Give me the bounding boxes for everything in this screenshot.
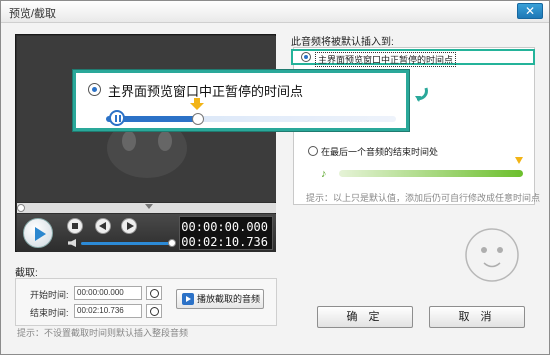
- radio-end-of-last-audio[interactable]: [308, 146, 318, 156]
- chevron-down-icon: [145, 204, 153, 209]
- set-end-clock-icon[interactable]: [146, 304, 162, 318]
- total-time: 00:02:10.736: [181, 235, 268, 249]
- start-time-input[interactable]: 00:00:00.000: [74, 286, 142, 300]
- callout-label: 主界面预览窗口中正暂停的时间点: [108, 84, 304, 99]
- start-time-label: 开始时间:: [30, 290, 69, 300]
- mascot-graphic: [465, 228, 519, 282]
- playback-progress-bar[interactable]: [17, 203, 276, 213]
- play-button[interactable]: [23, 218, 53, 248]
- play-trimmed-audio-button[interactable]: 播放截取的音频: [176, 289, 264, 309]
- play-trimmed-audio-label: 播放截取的音频: [197, 294, 261, 304]
- down-arrow-marker-icon: [190, 98, 204, 110]
- option-pause-point[interactable]: 主界面预览窗口中正暂停的时间点: [291, 49, 535, 67]
- option-end-of-last-audio-label: 在最后一个音频的结束时间处: [321, 147, 439, 157]
- end-time-label: 结束时间:: [30, 308, 69, 318]
- pause-icon: [109, 110, 125, 126]
- callout-knob: [192, 113, 204, 125]
- insert-marker-icon: [515, 157, 523, 164]
- player-controls: 00:00:00.000 00:02:10.736: [17, 214, 276, 252]
- audio-end-track: [339, 170, 523, 177]
- dialog-title: 预览/截取: [9, 8, 57, 20]
- trim-hint: 提示：不设置截取时间则默认插入整段音频: [17, 328, 189, 338]
- close-icon: ✕: [524, 4, 536, 18]
- previous-button[interactable]: [95, 218, 111, 234]
- radio-pause-point[interactable]: [301, 52, 311, 62]
- next-button[interactable]: [121, 218, 137, 234]
- volume-icon: [68, 239, 76, 247]
- preview-trim-dialog: 预览/截取 ✕ 00:00:00.000 00:02:10.736 此音频将被默…: [0, 0, 550, 355]
- end-time-input[interactable]: 00:02:10.736: [74, 304, 142, 318]
- trim-label: 截取:: [15, 268, 38, 279]
- time-display: 00:00:00.000 00:02:10.736: [179, 216, 273, 250]
- volume-slider[interactable]: [81, 242, 173, 245]
- trim-box: 开始时间: 00:00:00.000 结束时间: 00:02:10.736 播放…: [15, 278, 277, 326]
- current-time: 00:00:00.000: [181, 220, 268, 234]
- playback-progress-knob[interactable]: [17, 204, 25, 212]
- insert-position-label: 此音频将被默认插入到:: [291, 37, 394, 48]
- cancel-button[interactable]: 取 消: [429, 306, 525, 328]
- title-bar: 预览/截取 ✕: [1, 1, 549, 23]
- insert-hint: 提示：以上只是默认值，添加后仍可自行修改成任意时间点: [306, 193, 541, 203]
- music-note-icon: ♪: [321, 168, 327, 180]
- zoom-callout: 主界面预览窗口中正暂停的时间点: [73, 70, 409, 131]
- play-icon: [182, 293, 194, 305]
- set-start-clock-icon[interactable]: [146, 286, 162, 300]
- callout-radio: [88, 83, 101, 96]
- audio-preview-player: 00:00:00.000 00:02:10.736: [15, 34, 276, 252]
- ok-button[interactable]: 确 定: [317, 306, 413, 328]
- stop-button[interactable]: [67, 218, 83, 234]
- curved-arrow-icon: [415, 87, 428, 102]
- volume-knob[interactable]: [168, 239, 176, 247]
- close-button[interactable]: ✕: [517, 3, 543, 19]
- option-pause-point-label: 主界面预览窗口中正暂停的时间点: [315, 52, 457, 67]
